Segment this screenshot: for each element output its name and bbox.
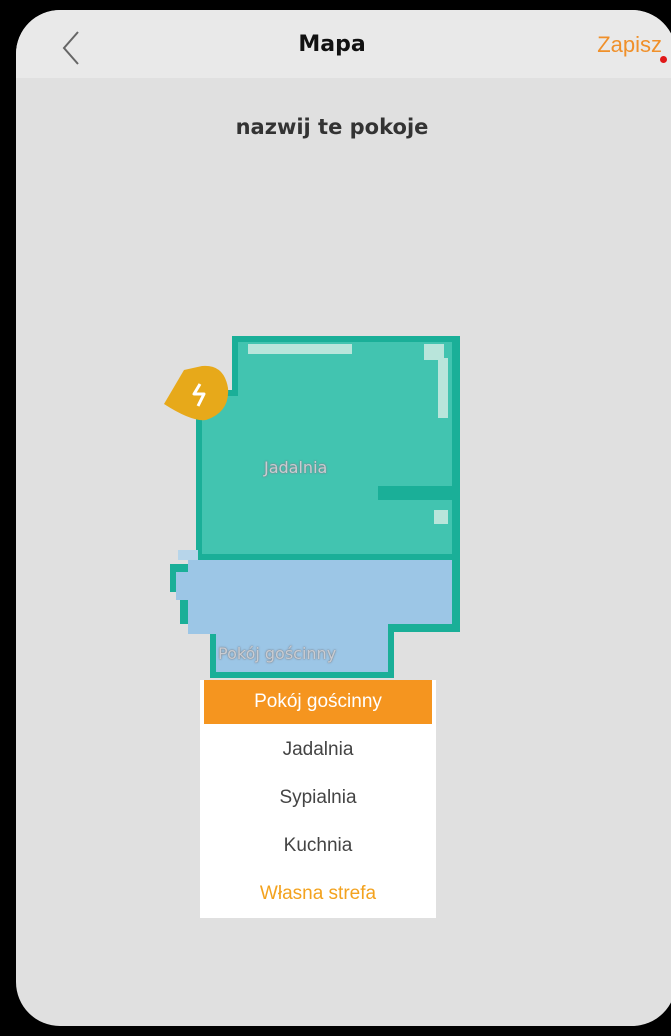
room-option[interactable]: Kuchnia [200,824,436,868]
phone-screen: Mapa Zapisz nazwij te pokoje Jadalnia Po… [16,10,671,1026]
map-detail [424,344,444,360]
map-detail [434,510,448,524]
room-name-dropdown: Pokój gościnny Jadalnia Sypialnia Kuchni… [200,680,436,918]
room-label-jadalnia: Jadalnia [264,458,328,477]
room-label-pokoj-goscinny: Pokój gościnny [218,644,337,663]
map-detail [248,344,352,354]
room-option[interactable]: Jadalnia [200,728,436,772]
custom-zone-option[interactable]: Własna strefa [200,872,436,916]
map-detail [378,486,452,500]
room-option[interactable]: Sypialnia [200,776,436,820]
room-option-selected[interactable]: Pokój gościnny [204,680,432,724]
room-jadalnia[interactable] [202,342,452,554]
charging-dock-icon [164,365,229,421]
map-detail [438,358,448,418]
map-detail [178,550,198,560]
